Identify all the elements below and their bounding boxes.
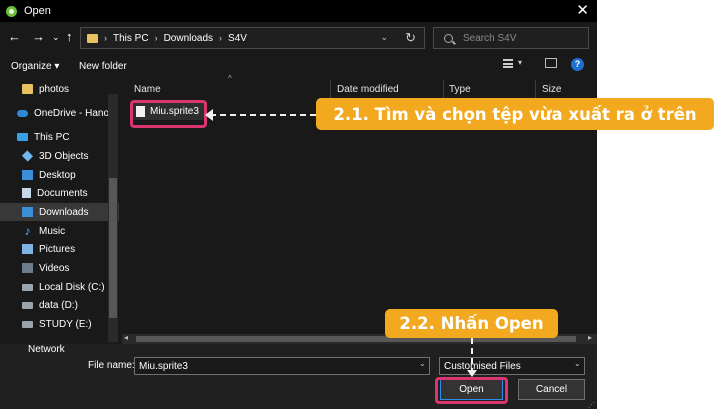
drive-icon — [22, 320, 33, 328]
refresh-icon[interactable]: ↻ — [405, 30, 416, 46]
breadcrumb-separator: › — [219, 33, 223, 43]
breadcrumb-s4v[interactable]: S4V — [228, 33, 247, 44]
navigation-pane: photos OneDrive - Hanoi This PC 3D Objec… — [0, 78, 119, 344]
document-icon — [22, 188, 31, 198]
sidebar-item-study-e[interactable]: STUDY (E:) — [0, 315, 119, 333]
step-callout-select-file: 2.1. Tìm và chọn tệp vừa xuất ra ở trên — [316, 98, 714, 130]
open-button-highlight-box — [435, 377, 508, 404]
new-folder-button[interactable]: New folder — [79, 61, 127, 72]
sidebar-item-label: Desktop — [39, 169, 76, 181]
sidebar-item-downloads[interactable]: Downloads — [0, 203, 119, 221]
sidebar-item-3d-objects[interactable]: 3D Objects — [0, 147, 119, 165]
file-name-dropdown-icon[interactable]: ⌄ — [419, 359, 426, 368]
search-box[interactable]: Search S4V — [433, 27, 589, 49]
cloud-icon — [17, 109, 28, 117]
sidebar-item-label: Downloads — [39, 206, 89, 218]
cancel-button[interactable]: Cancel — [518, 379, 585, 400]
organize-button[interactable]: Organize ▾ — [11, 61, 59, 72]
recent-locations-dropdown-icon[interactable]: ⌄ — [52, 28, 60, 46]
sidebar-item-label: OneDrive - Hanoi — [34, 107, 112, 119]
breadcrumb-this-pc[interactable]: This PC — [113, 33, 149, 44]
sort-indicator-icon: ^ — [228, 74, 232, 83]
column-divider[interactable] — [535, 80, 536, 100]
sidebar-item-label: data (D:) — [39, 299, 78, 311]
sidebar-item-label: photos — [39, 83, 70, 95]
forward-arrow-icon[interactable]: → — [32, 28, 45, 46]
sidebar-item-label: Videos — [39, 262, 70, 274]
scroll-right-icon[interactable]: ▸ — [588, 333, 592, 342]
scroll-left-icon[interactable]: ◂ — [124, 333, 128, 342]
column-divider[interactable] — [443, 80, 444, 100]
step-callout-press-open: 2.2. Nhấn Open — [385, 309, 558, 338]
computer-icon — [17, 133, 28, 141]
desktop-icon — [22, 170, 33, 180]
drive-icon — [22, 283, 33, 291]
sidebar-item-onedrive[interactable]: OneDrive - Hanoi — [0, 104, 119, 122]
column-divider[interactable] — [330, 80, 331, 100]
search-placeholder: Search S4V — [463, 32, 517, 44]
window-title: Open — [24, 5, 51, 17]
file-name-label: File name: — [88, 360, 135, 371]
navigation-scrollbar-thumb[interactable] — [109, 178, 117, 318]
address-bar[interactable]: › This PC › Downloads › S4V ⌄ ↻ — [80, 27, 425, 49]
sidebar-item-pictures[interactable]: Pictures — [0, 240, 119, 258]
app-icon — [6, 5, 17, 17]
sidebar-item-photos[interactable]: photos — [0, 80, 119, 98]
preview-pane-icon[interactable] — [545, 58, 557, 68]
sidebar-item-desktop[interactable]: Desktop — [0, 166, 119, 184]
breadcrumb-downloads[interactable]: Downloads — [164, 33, 213, 44]
file-type-filter[interactable]: Customised Files — [439, 357, 585, 375]
column-header-name[interactable]: Name — [134, 84, 161, 95]
picture-icon — [22, 244, 33, 254]
file-name-input[interactable] — [134, 357, 430, 375]
back-arrow-icon[interactable]: ← — [8, 28, 21, 46]
pointer-line — [471, 338, 473, 374]
sidebar-item-this-pc[interactable]: This PC — [0, 128, 119, 146]
sidebar-item-data-d[interactable]: data (D:) — [0, 296, 119, 314]
open-file-dialog: Open ✕ ← → ⌄ ↑ › This PC › Downloads › S… — [0, 0, 597, 409]
music-icon: ♪ — [24, 224, 31, 238]
column-header-date-modified[interactable]: Date modified — [337, 84, 399, 95]
up-arrow-icon[interactable]: ↑ — [66, 28, 73, 46]
pointer-line — [210, 114, 316, 116]
sidebar-item-local-disk-c[interactable]: Local Disk (C:) — [0, 278, 119, 296]
view-options-icon[interactable] — [503, 59, 513, 68]
column-header-size[interactable]: Size — [542, 84, 561, 95]
sidebar-item-label: Local Disk (C:) — [39, 281, 105, 293]
address-dropdown-icon[interactable]: ⌄ — [380, 32, 388, 43]
arrow-down-icon — [467, 370, 477, 377]
folder-icon — [87, 33, 98, 43]
help-icon[interactable]: ? — [571, 58, 584, 71]
download-icon — [22, 207, 33, 217]
cube-icon — [21, 150, 34, 162]
sidebar-item-documents[interactable]: Documents — [0, 184, 119, 202]
sidebar-item-label: Music — [39, 225, 66, 237]
sidebar-item-label: 3D Objects — [39, 150, 89, 162]
breadcrumb-separator: › — [154, 33, 158, 43]
sidebar-item-label: This PC — [34, 131, 70, 143]
view-dropdown-icon[interactable]: ▾ — [518, 58, 522, 67]
sidebar-item-network[interactable]: Network — [28, 344, 65, 355]
video-icon — [22, 263, 33, 273]
file-highlight-box — [130, 100, 207, 128]
folder-icon — [22, 84, 33, 94]
close-icon[interactable]: ✕ — [576, 2, 589, 20]
drive-icon — [22, 301, 33, 309]
sidebar-item-label: STUDY (E:) — [39, 318, 92, 330]
filter-dropdown-icon[interactable]: ⌄ — [574, 359, 581, 368]
arrow-left-icon — [205, 109, 213, 121]
sidebar-item-music[interactable]: ♪ Music — [0, 222, 119, 240]
title-bar: Open ✕ — [0, 0, 597, 22]
column-header-type[interactable]: Type — [449, 84, 471, 95]
sidebar-item-label: Documents — [37, 187, 88, 199]
resize-grip-icon[interactable]: ⋰ — [588, 401, 595, 409]
breadcrumb-separator: › — [104, 33, 107, 43]
sidebar-item-label: Pictures — [39, 243, 76, 255]
search-icon — [444, 33, 453, 43]
sidebar-item-videos[interactable]: Videos — [0, 259, 119, 277]
